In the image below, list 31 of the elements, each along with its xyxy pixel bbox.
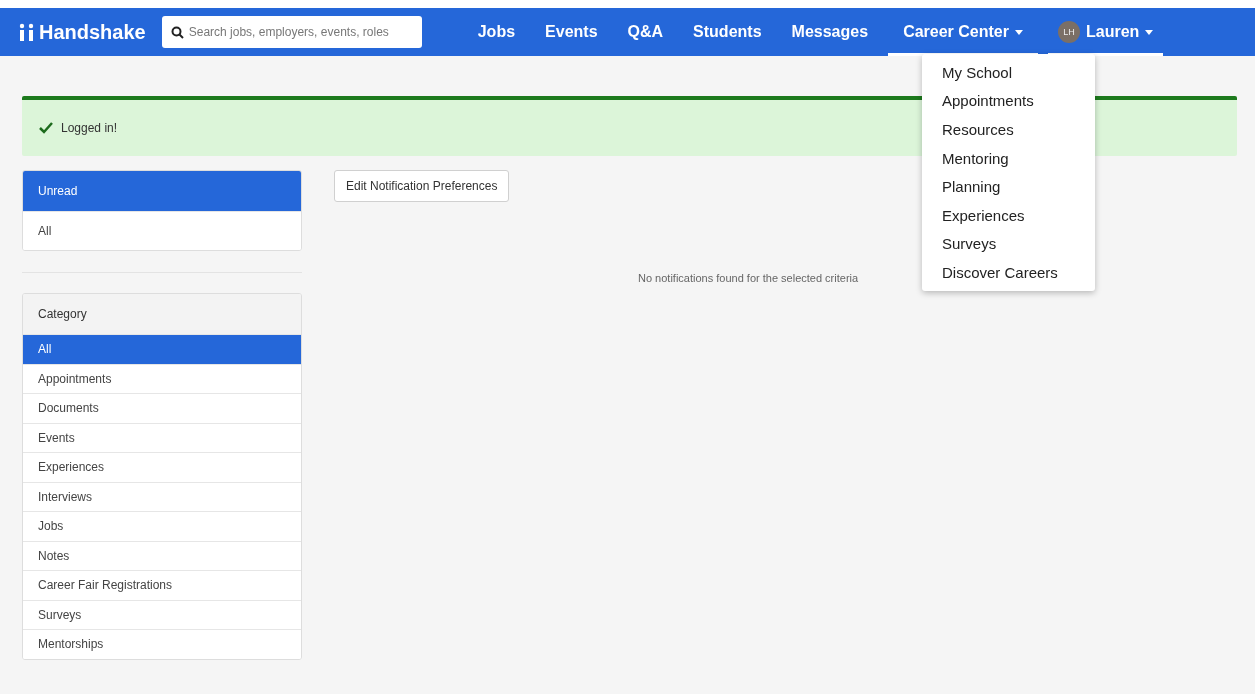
logo-icon	[18, 23, 36, 41]
menu-item[interactable]: Appointments	[922, 86, 1095, 116]
menu-item[interactable]: My School	[922, 58, 1095, 87]
category-title: Category	[23, 294, 301, 334]
search-icon	[170, 26, 184, 39]
menu-item[interactable]: Surveys	[922, 229, 1095, 259]
brand-name[interactable]: Handshake	[39, 20, 146, 44]
category-item[interactable]: All	[23, 334, 301, 364]
menu-item[interactable]: Mentoring	[922, 143, 1095, 173]
nav-label: Lauren	[1086, 23, 1140, 41]
search-field[interactable]: Search jobs, employers, events, roles	[161, 16, 422, 48]
category-item[interactable]: Mentorships	[23, 629, 301, 659]
menu-item[interactable]: Planning	[922, 172, 1095, 201]
caret-icon	[1145, 29, 1154, 35]
check-icon	[39, 122, 53, 134]
nav-link[interactable]: Jobs	[467, 8, 526, 56]
empty-message: No notifications found for the selected criteria	[638, 272, 859, 284]
menu-item[interactable]: Discover Careers	[922, 258, 1095, 287]
menu-item[interactable]: Experiences	[922, 200, 1095, 230]
alert-message: Logged in!	[61, 121, 118, 135]
nav-link[interactable]: Q&A	[617, 8, 674, 56]
avatar-initials: LH	[1058, 21, 1081, 43]
filter-item[interactable]: Unread	[23, 171, 301, 211]
nav-link[interactable]: Students	[683, 8, 772, 56]
nav-link[interactable]: Events	[535, 8, 608, 56]
nav-link[interactable]: Messages	[781, 8, 879, 56]
edit-preferences-button[interactable]: Edit Notification Preferences	[334, 170, 510, 202]
nav-label: Career Center	[903, 23, 1009, 41]
filter-item[interactable]: All	[23, 211, 301, 250]
caret-icon	[1014, 29, 1023, 35]
menu-item[interactable]: Resources	[922, 115, 1095, 144]
